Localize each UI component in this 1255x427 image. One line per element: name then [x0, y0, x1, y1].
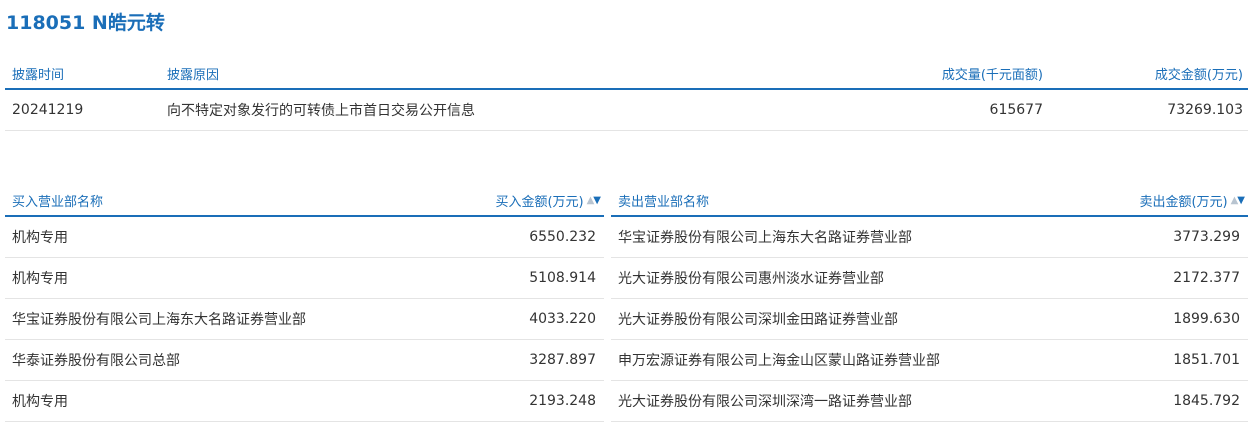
sell-amount: 3773.299 — [1173, 229, 1240, 245]
table-row: 申万宏源证券有限公司上海金山区蒙山路证券营业部 1851.701 — [611, 340, 1248, 381]
sell-amount: 1899.630 — [1173, 311, 1240, 327]
header-disclosure-reason: 披露原因 — [167, 67, 220, 83]
table-row: 华宝证券股份有限公司上海东大名路证券营业部 4033.220 — [5, 299, 604, 340]
buy-amount: 2193.248 — [529, 393, 596, 409]
sell-branch-name: 华宝证券股份有限公司上海东大名路证券营业部 — [618, 230, 912, 246]
table-row: 机构专用 2193.248 — [5, 381, 604, 422]
buy-branch-name: 华宝证券股份有限公司上海东大名路证券营业部 — [12, 312, 306, 328]
buy-amount: 4033.220 — [529, 311, 596, 327]
buy-branch-name: 机构专用 — [12, 230, 68, 246]
buy-branch-name: 华泰证券股份有限公司总部 — [12, 353, 180, 369]
sort-icon: ▲▼ — [1231, 195, 1245, 206]
sell-amount: 1851.701 — [1173, 352, 1240, 368]
sell-header-row: 卖出营业部名称 卖出金额(万元) ▲▼ — [611, 186, 1248, 217]
buy-amount: 5108.914 — [529, 270, 596, 286]
buy-amount: 6550.232 — [529, 229, 596, 245]
sell-amount: 2172.377 — [1173, 270, 1240, 286]
header-disclosure-date: 披露时间 — [12, 67, 65, 83]
sell-seats-table: 卖出营业部名称 卖出金额(万元) ▲▼ 华宝证券股份有限公司上海东大名路证券营业… — [611, 186, 1248, 422]
table-row: 华泰证券股份有限公司总部 3287.897 — [5, 340, 604, 381]
header-turnover: 成交金额(万元) — [1154, 67, 1243, 83]
disclosure-reason: 向不特定对象发行的可转债上市首日交易公开信息 — [167, 103, 475, 119]
header-sell-amount: 卖出金额(万元) — [1139, 195, 1228, 210]
page-title: 118051 N皓元转 — [6, 12, 165, 34]
sort-buy-amount-button[interactable]: 买入金额(万元) ▲▼ — [495, 186, 601, 215]
sell-branch-name: 光大证券股份有限公司惠州淡水证券营业部 — [618, 271, 884, 287]
turnover-value: 73269.103 — [1167, 102, 1243, 118]
buy-branch-name: 机构专用 — [12, 394, 68, 410]
table-row: 机构专用 5108.914 — [5, 258, 604, 299]
table-row: 华宝证券股份有限公司上海东大名路证券营业部 3773.299 — [611, 217, 1248, 258]
header-volume: 成交量(千元面额) — [941, 67, 1043, 83]
buy-seats-table: 买入营业部名称 买入金额(万元) ▲▼ 机构专用 6550.232 机构专用 5… — [5, 186, 604, 422]
sort-icon: ▲▼ — [587, 195, 601, 206]
sell-amount: 1845.792 — [1173, 393, 1240, 409]
buy-amount: 3287.897 — [529, 352, 596, 368]
table-row: 光大证券股份有限公司深圳金田路证券营业部 1899.630 — [611, 299, 1248, 340]
header-sell-branch: 卖出营业部名称 — [618, 195, 710, 210]
header-buy-amount: 买入金额(万元) — [495, 195, 584, 210]
disclosure-header-row: 披露时间 披露原因 成交量(千元面额) 成交金额(万元) — [5, 58, 1248, 90]
table-row: 光大证券股份有限公司惠州淡水证券营业部 2172.377 — [611, 258, 1248, 299]
sell-branch-name: 申万宏源证券有限公司上海金山区蒙山路证券营业部 — [618, 353, 940, 369]
disclosure-date: 20241219 — [12, 102, 84, 118]
sell-branch-name: 光大证券股份有限公司深圳金田路证券营业部 — [618, 312, 898, 328]
header-buy-branch: 买入营业部名称 — [12, 195, 104, 210]
sort-down-icon: ▼ — [1237, 195, 1245, 206]
buy-header-row: 买入营业部名称 买入金额(万元) ▲▼ — [5, 186, 604, 217]
sort-down-icon: ▼ — [593, 195, 601, 206]
buy-branch-name: 机构专用 — [12, 271, 68, 287]
disclosure-table: 披露时间 披露原因 成交量(千元面额) 成交金额(万元) 20241219 向不… — [5, 58, 1248, 131]
sell-branch-name: 光大证券股份有限公司深圳深湾一路证券营业部 — [618, 394, 912, 410]
table-row: 光大证券股份有限公司深圳深湾一路证券营业部 1845.792 — [611, 381, 1248, 422]
sort-sell-amount-button[interactable]: 卖出金额(万元) ▲▼ — [1139, 186, 1245, 215]
volume-value: 615677 — [989, 102, 1043, 118]
table-row: 20241219 向不特定对象发行的可转债上市首日交易公开信息 615677 7… — [5, 90, 1248, 131]
table-row: 机构专用 6550.232 — [5, 217, 604, 258]
